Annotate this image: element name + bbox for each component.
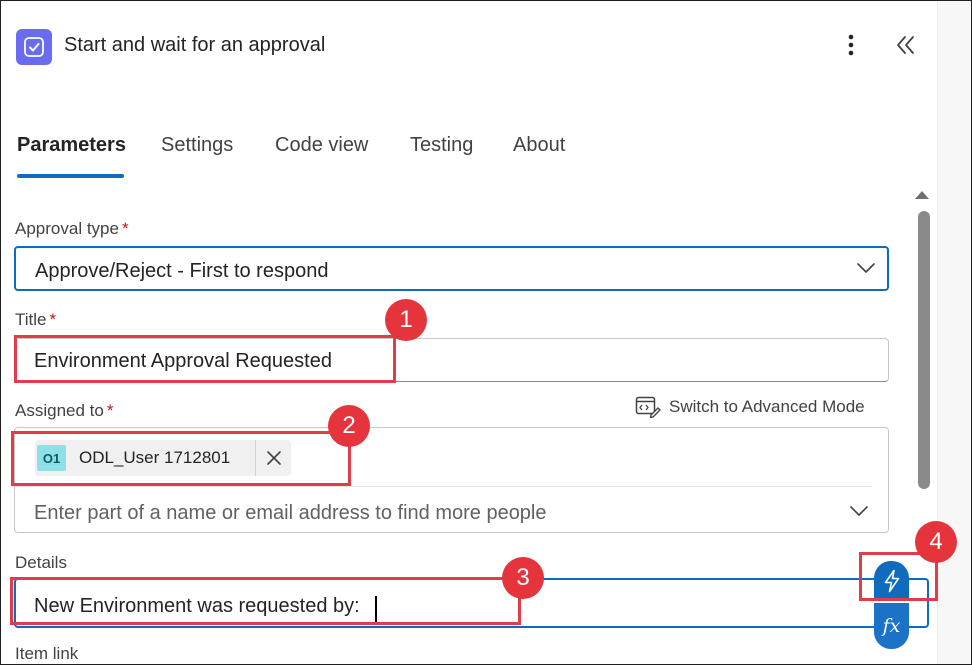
tab-code-view[interactable]: Code view [275, 134, 368, 157]
approval-panel: Start and wait for an approval Parameter… [0, 0, 972, 665]
divider [15, 486, 872, 487]
details-label: Details [15, 553, 67, 572]
approval-type-label: Approval type * [15, 219, 129, 238]
approval-type-dropdown[interactable]: Approve/Reject - First to respond [14, 246, 889, 291]
expression-button[interactable]: fx [874, 603, 909, 649]
scrollbar-thumb[interactable] [918, 211, 930, 489]
canvas-edge [937, 1, 971, 664]
required-mark: * [106, 401, 114, 420]
title-label: Title * [15, 310, 57, 329]
people-search-input[interactable]: Enter part of a name or email address to… [34, 502, 547, 525]
active-tab-indicator [17, 174, 124, 178]
approval-type-value: Approve/Reject - First to respond [35, 260, 329, 282]
step-badge-1: 1 [385, 299, 427, 341]
approval-icon [16, 29, 52, 65]
chevron-down-icon [857, 263, 875, 273]
highlight-box-3 [10, 577, 521, 625]
collapse-panel-button[interactable] [889, 29, 923, 61]
step-badge-3: 3 [502, 557, 544, 599]
highlight-box-2 [11, 431, 351, 486]
highlight-box-1 [14, 335, 396, 383]
advanced-mode-icon [635, 396, 661, 418]
step-badge-4: 4 [915, 521, 957, 563]
tab-settings[interactable]: Settings [161, 134, 233, 157]
tab-parameters[interactable]: Parameters [17, 134, 126, 157]
item-link-label: Item link [15, 644, 79, 663]
tab-testing[interactable]: Testing [410, 134, 473, 157]
advanced-mode-label: Switch to Advanced Mode [669, 397, 865, 416]
double-chevron-left-icon [897, 36, 914, 54]
chevron-down-icon[interactable] [849, 505, 869, 517]
required-mark: * [121, 219, 129, 238]
required-mark: * [49, 310, 57, 329]
tab-about[interactable]: About [513, 134, 565, 157]
assigned-to-label: Assigned to * [15, 401, 114, 420]
step-badge-2: 2 [328, 405, 370, 447]
switch-advanced-mode-button[interactable]: Switch to Advanced Mode [635, 396, 865, 418]
scroll-up-arrow[interactable] [915, 191, 929, 199]
more-vertical-icon[interactable] [837, 31, 865, 59]
panel-title: Start and wait for an approval [64, 34, 326, 56]
